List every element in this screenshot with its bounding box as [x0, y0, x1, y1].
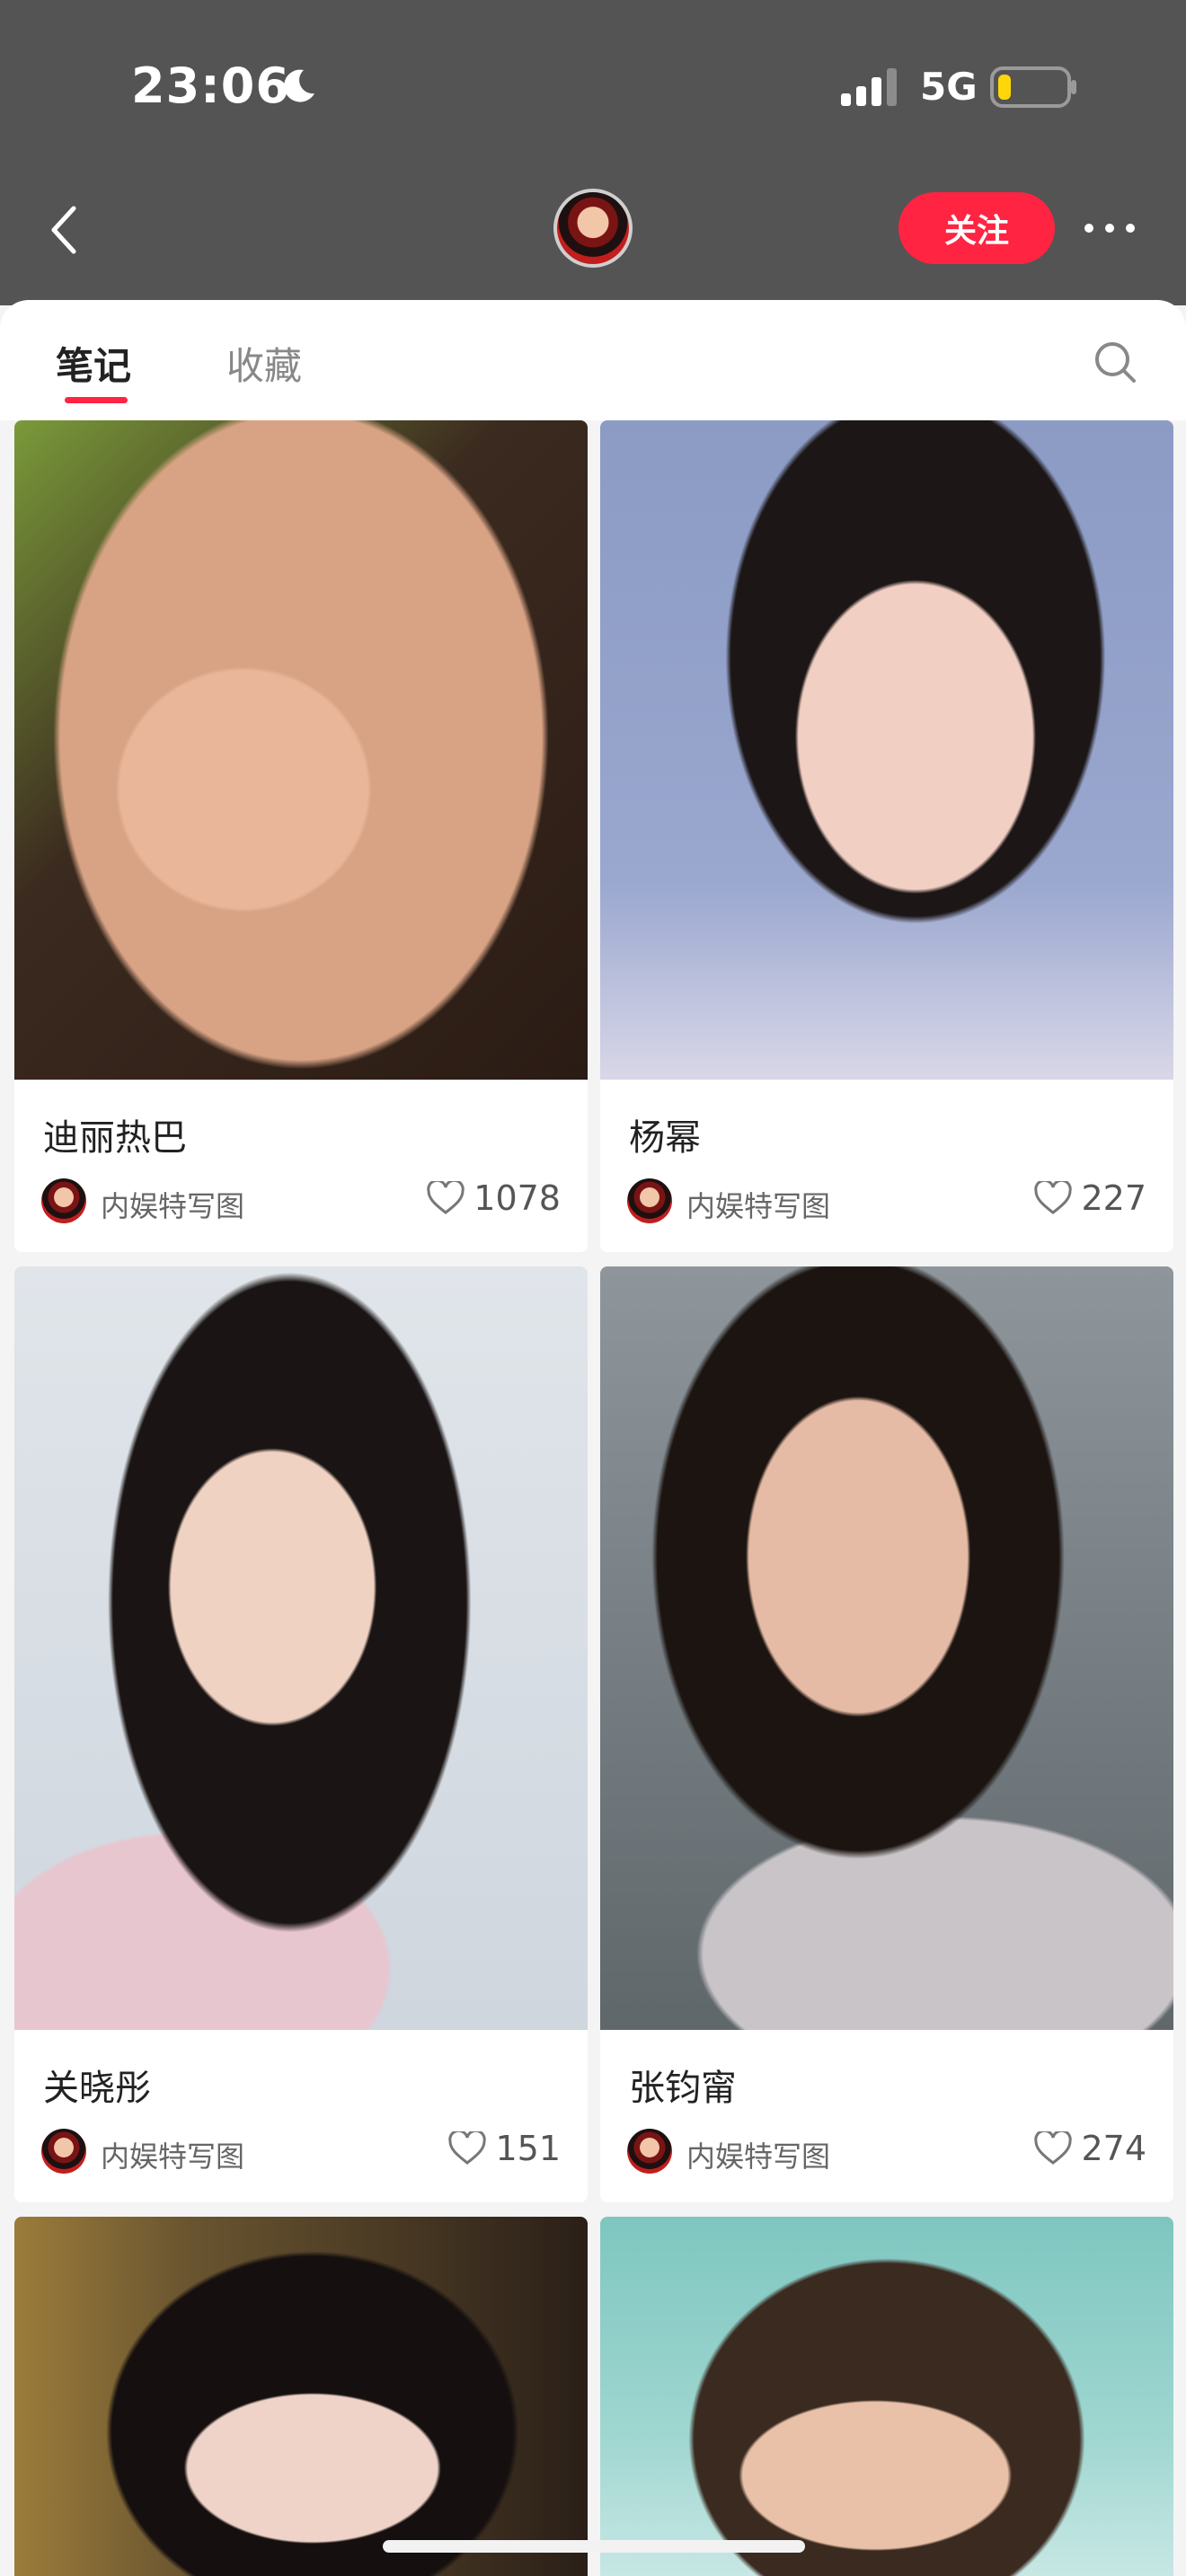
note-cover-image[interactable]	[600, 2217, 1173, 2576]
note-cover-image[interactable]	[14, 1266, 588, 2030]
note-card[interactable]: 杨幂 内娱特写图 227	[600, 420, 1173, 1252]
note-cover-image[interactable]	[600, 420, 1173, 1080]
network-type: 5G	[920, 65, 978, 109]
active-tab-indicator	[65, 397, 128, 403]
search-icon[interactable]	[1093, 340, 1137, 384]
signal-icon	[841, 68, 897, 106]
tab-bar: 笔记 收藏	[0, 300, 1186, 420]
heart-icon	[427, 1181, 465, 1214]
like-button[interactable]: 1078	[427, 1178, 561, 1218]
status-time: 23:06	[131, 57, 290, 114]
author-avatar[interactable]	[627, 1178, 672, 1223]
profile-header: 23:06 5G 关注	[0, 0, 1186, 305]
note-card[interactable]: 关晓彤 内娱特写图 151	[14, 1266, 588, 2202]
more-icon[interactable]	[1082, 219, 1137, 237]
note-title: 关晓彤	[43, 2068, 151, 2109]
heart-icon	[1034, 2131, 1073, 2165]
home-indicator[interactable]	[383, 2540, 805, 2553]
header-avatar[interactable]	[553, 189, 633, 268]
tab-favorites[interactable]: 收藏	[226, 336, 302, 391]
author-name[interactable]: 内娱特写图	[101, 2134, 244, 2175]
author-name[interactable]: 内娱特写图	[101, 1184, 244, 1225]
moon-icon	[284, 69, 314, 102]
note-card[interactable]	[14, 2217, 588, 2576]
author-avatar[interactable]	[41, 1178, 86, 1223]
note-cover-image[interactable]	[600, 1266, 1173, 2030]
like-button[interactable]: 151	[448, 2129, 561, 2168]
like-button[interactable]: 274	[1034, 2129, 1146, 2168]
battery-icon	[990, 66, 1076, 108]
like-count: 151	[495, 2129, 561, 2168]
note-card[interactable]	[600, 2217, 1173, 2576]
author-name[interactable]: 内娱特写图	[686, 2134, 830, 2175]
heart-icon	[1034, 1181, 1073, 1214]
note-card[interactable]: 张钧甯 内娱特写图 274	[600, 1266, 1173, 2202]
note-title: 迪丽热巴	[43, 1117, 187, 1159]
author-avatar[interactable]	[627, 2129, 672, 2174]
author-name[interactable]: 内娱特写图	[686, 1184, 830, 1225]
back-icon[interactable]	[47, 203, 83, 257]
tab-notes[interactable]: 笔记	[56, 336, 131, 391]
note-title: 杨幂	[629, 1117, 701, 1159]
like-button[interactable]: 227	[1034, 1178, 1146, 1218]
follow-button[interactable]: 关注	[898, 192, 1055, 264]
like-count: 227	[1081, 1178, 1146, 1218]
note-cover-image[interactable]	[14, 420, 588, 1080]
like-count: 274	[1081, 2129, 1146, 2168]
note-title: 张钧甯	[629, 2068, 737, 2109]
like-count: 1078	[474, 1178, 561, 1218]
note-cover-image[interactable]	[14, 2217, 588, 2576]
heart-icon	[448, 2131, 487, 2165]
author-avatar[interactable]	[41, 2129, 86, 2174]
note-card[interactable]: 迪丽热巴 内娱特写图 1078	[14, 420, 588, 1252]
